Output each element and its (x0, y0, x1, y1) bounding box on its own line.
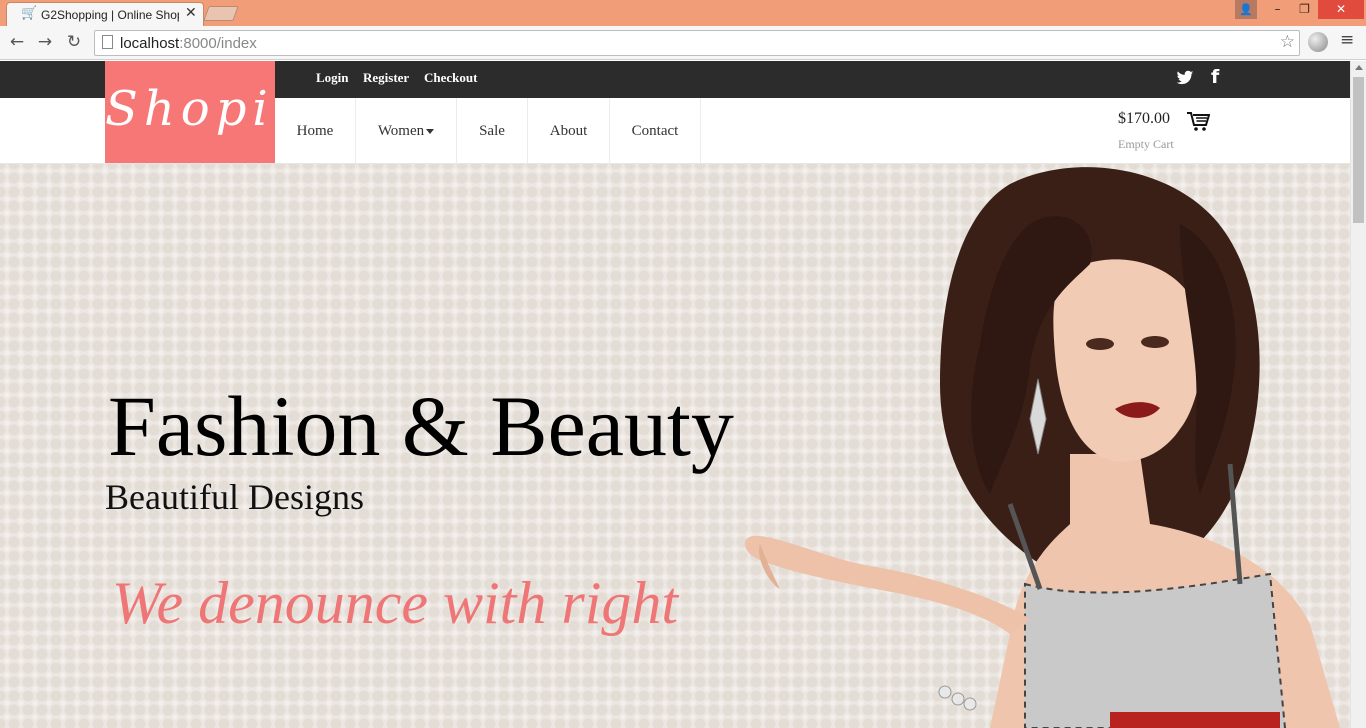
reload-icon[interactable]: ↻ (63, 31, 85, 53)
nav-label-sale: Sale (479, 123, 505, 139)
browser-toolbar: ← → ↻ localhost:8000/index ☆ ≡ (0, 26, 1366, 60)
close-window-button[interactable]: ✕ (1318, 0, 1364, 19)
nav-label-women: Women (377, 123, 425, 139)
cart-status[interactable]: Empty Cart (1118, 137, 1174, 152)
facebook-icon[interactable]: f (1211, 66, 1219, 88)
twitter-icon[interactable] (1176, 69, 1194, 87)
new-tab-button[interactable] (203, 6, 239, 21)
scroll-up-arrow-icon[interactable] (1355, 65, 1363, 70)
nav-item-contact[interactable]: Contact (610, 98, 701, 164)
cart-favicon-icon: 🛒 (21, 6, 38, 21)
url-host: localhost (120, 35, 180, 52)
back-icon[interactable]: ← (6, 31, 28, 53)
page-icon (102, 35, 113, 49)
minimize-button[interactable]: – (1264, 0, 1291, 19)
tab-close-icon[interactable]: ✕ (185, 5, 197, 21)
page-scrollbar[interactable] (1350, 61, 1366, 728)
register-link[interactable]: Register (363, 70, 409, 86)
checkout-link[interactable]: Checkout (424, 70, 477, 86)
cart-icon[interactable] (1186, 110, 1210, 132)
caret-down-icon (426, 129, 435, 135)
address-bar[interactable]: localhost:8000/index ☆ (94, 30, 1300, 56)
tab-title: G2Shopping | Online Shopping (41, 8, 179, 22)
url-path: :8000/index (179, 35, 257, 52)
cart-total[interactable]: $170.00 (1118, 110, 1170, 128)
hero-banner: Fashion & Beauty Beautiful Designs We de… (0, 164, 1350, 728)
page-viewport: Login Register Checkout f Shopin Home Wo… (0, 61, 1366, 728)
browser-menu-icon[interactable]: ≡ (1340, 30, 1354, 50)
scroll-thumb[interactable] (1353, 77, 1364, 223)
url-text[interactable]: localhost:8000/index (120, 35, 257, 52)
maximize-button[interactable]: ❐ (1291, 0, 1318, 19)
browser-tab[interactable]: 🛒 G2Shopping | Online Shopping ✕ (6, 2, 204, 26)
forward-icon[interactable]: → (34, 31, 56, 53)
model-photo (744, 167, 1340, 728)
nav-label-contact: Contact (631, 123, 679, 139)
nav-item-women[interactable]: Women (356, 98, 457, 164)
site-logo[interactable]: Shopin (105, 61, 311, 163)
extension-icon[interactable] (1308, 32, 1328, 52)
login-link[interactable]: Login (316, 70, 349, 86)
nav-item-about[interactable]: About (528, 98, 610, 164)
hero-tagline: We denounce with right (112, 570, 679, 636)
hero-title: Fashion & Beauty (108, 378, 734, 474)
browser-titlebar: 🛒 G2Shopping | Online Shopping ✕ 👤 – ❐ ✕ (0, 0, 1366, 26)
logo-text: Shopin (105, 81, 311, 137)
profile-icon[interactable]: 👤 (1235, 0, 1257, 19)
nav-label-about: About (549, 123, 588, 139)
hero-subtitle: Beautiful Designs (105, 477, 364, 517)
nav-item-sale[interactable]: Sale (457, 98, 528, 164)
bookmark-star-icon[interactable]: ☆ (1280, 32, 1295, 52)
